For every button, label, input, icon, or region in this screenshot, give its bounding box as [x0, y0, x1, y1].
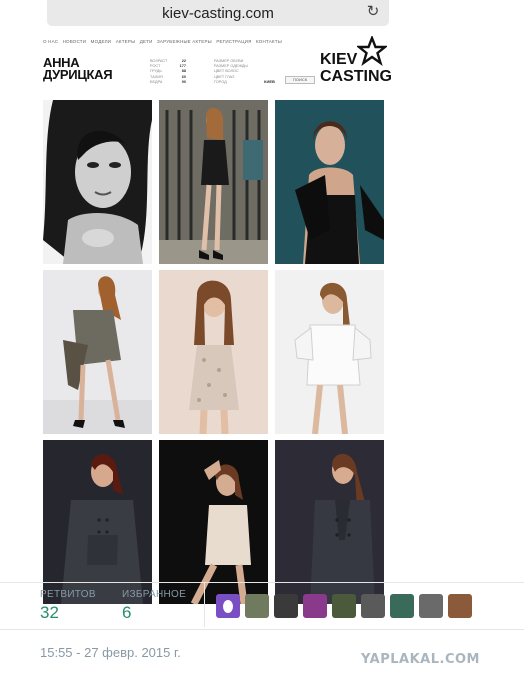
avatar[interactable]	[274, 594, 298, 618]
nav-item[interactable]: О НАС	[43, 39, 58, 44]
model-photo[interactable]	[275, 440, 384, 604]
retweets-count[interactable]: 32	[40, 603, 59, 623]
model-photo[interactable]	[159, 270, 268, 434]
avatar[interactable]	[448, 594, 472, 618]
site-nav: О НАС НОВОСТИ МОДЕЛИ АКТЕРЫ ДЕТИ ЗАРУБЕЖ…	[43, 39, 285, 44]
model-photo[interactable]	[43, 100, 152, 264]
retweets-label: РЕТВИТОВ	[40, 589, 96, 600]
city-label: КИЕВ	[264, 79, 275, 84]
model-last-name: ДУРИЦКАЯ	[43, 67, 113, 82]
url-text[interactable]: kiev-casting.com	[162, 5, 274, 22]
nav-item[interactable]: КОНТАКТЫ	[256, 39, 282, 44]
footer-vertical-divider	[204, 583, 205, 627]
search-button[interactable]: ПОИСК	[285, 76, 315, 84]
model-photo[interactable]	[159, 100, 268, 264]
model-stats-extra: РАЗМЕР ОБУВИ РАЗМЕР ОДЕЖДЫ ЦВЕТ ВОЛОС ЦВ…	[214, 59, 248, 85]
avatar[interactable]	[332, 594, 356, 618]
star-logo-icon	[357, 36, 387, 66]
avatar[interactable]	[361, 594, 385, 618]
footer-divider-bottom	[0, 629, 524, 630]
avatar[interactable]	[419, 594, 443, 618]
nav-item[interactable]: АКТЕРЫ	[116, 39, 136, 44]
tweet-timestamp[interactable]: 15:55 - 27 февр. 2015 г.	[40, 645, 181, 660]
model-photo[interactable]	[275, 100, 384, 264]
stat-value: 90	[181, 79, 186, 84]
favorites-label: ИЗБРАННОЕ	[122, 589, 187, 600]
avatar-list	[216, 594, 472, 618]
model-stats: ВОЗРАСТ 22 РОСТ 177 ГРУДЬ 88 ТАЛИЯ 60 БЕДРА 9…	[150, 59, 186, 85]
avatar[interactable]	[303, 594, 327, 618]
address-bar[interactable]: kiev-casting.com ↻	[47, 0, 389, 26]
nav-item[interactable]: МОДЕЛИ	[91, 39, 112, 44]
model-name: АННА ДУРИЦКАЯ	[43, 56, 113, 82]
stat-label: ГОРОД	[214, 79, 227, 84]
nav-item[interactable]: ДЕТИ	[140, 39, 153, 44]
footer-divider-top	[0, 582, 524, 583]
avatar[interactable]	[245, 594, 269, 618]
model-photo[interactable]	[275, 270, 384, 434]
model-photo[interactable]	[43, 270, 152, 434]
avatar[interactable]	[216, 594, 240, 618]
watermark-text: YAPLAKAL.COM	[361, 652, 480, 667]
stat-label: БЕДРА	[150, 79, 163, 84]
logo-text-kiev[interactable]: KIEV	[320, 51, 357, 69]
logo-text-casting[interactable]: CASTING	[320, 68, 392, 86]
nav-item[interactable]: НОВОСТИ	[63, 39, 87, 44]
model-photo[interactable]	[159, 440, 268, 604]
avatar[interactable]	[390, 594, 414, 618]
reload-icon[interactable]: ↻	[365, 4, 381, 20]
nav-item[interactable]: ЗАРУБЕЖНЫЕ АКТЕРЫ	[157, 39, 212, 44]
nav-item[interactable]: РЕГИСТРАЦИЯ	[216, 39, 251, 44]
favorites-count[interactable]: 6	[122, 603, 131, 623]
model-photo[interactable]	[43, 440, 152, 604]
